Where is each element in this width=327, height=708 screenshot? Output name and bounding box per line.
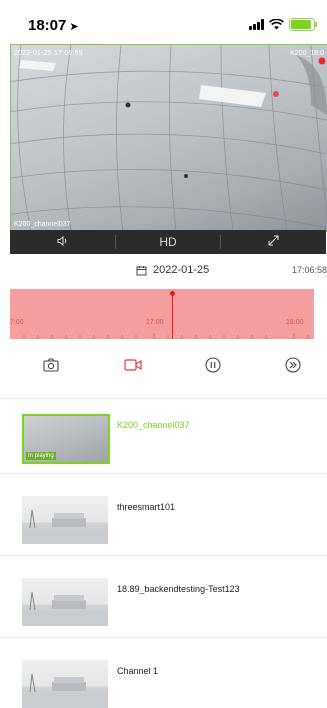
device-thumbnail [22,578,108,626]
device-name: 18.89_backendtesting-Test123 [117,584,240,594]
action-bar [0,352,327,382]
timeline-label: 17:00 [146,319,164,326]
pause-icon [205,357,221,373]
current-time: 17:06:58 [291,265,327,275]
device-name: K200_channel037 [117,420,190,430]
snapshot-button[interactable] [38,352,64,378]
video-floor-grid [11,45,327,231]
timeline-ticks [23,333,309,339]
video-record-icon [124,359,142,371]
device-name: threesmart101 [117,502,176,512]
battery-charging-icon [289,18,317,31]
playback-timeline[interactable]: 7:00 17:00 18:00 [10,289,314,339]
calendar-icon [136,265,147,275]
device-thumbnail [22,496,108,544]
video-timestamp: 2022-01-25 17:06:59 [14,50,83,57]
channel-label: K200_channel037 [14,221,71,228]
status-bar: 18:07 ➤ [0,0,327,44]
timeline-label: 7:00 [10,319,24,326]
date-picker[interactable]: 2022-01-25 [136,264,209,276]
fullscreen-button[interactable] [221,235,326,249]
device-thumbnail [22,660,108,708]
wifi-icon [269,19,284,30]
location-arrow-icon: ➤ [69,21,79,33]
clock: 18:07 ➤ [28,17,79,34]
live-video-view[interactable]: 2022-01-25 17:06:59 K200_18:0 K200_chann… [10,44,327,232]
device-name: Channel 1 [117,666,159,676]
video-control-bar: HD [10,230,326,254]
date-row: 2022-01-25 17:06:58 [0,262,327,280]
timeline-cursor[interactable] [170,291,175,339]
camera-label: K200_18:0 [290,50,324,57]
device-list-item[interactable]: threesmart101 [0,482,327,556]
playback-button[interactable] [280,352,306,378]
speaker-icon [57,235,67,246]
playing-badge: In playing [26,452,56,460]
device-list-item[interactable]: 18.89_backendtesting-Test123 [0,564,327,638]
device-list-item[interactable]: Channel 1 [0,646,327,708]
cellular-signal-icon [249,19,264,30]
device-thumbnail: In playing [22,414,110,464]
play-forward-icon [285,357,301,373]
expand-icon [268,235,279,246]
record-button[interactable] [120,352,146,378]
quality-button[interactable]: HD [116,235,221,249]
timeline-label: 18:00 [286,319,304,326]
selected-date: 2022-01-25 [153,264,210,276]
pause-button[interactable] [200,352,226,378]
mute-button[interactable] [10,235,115,250]
device-list-item[interactable]: In playing K200_channel037 [0,400,327,474]
camera-icon [43,358,59,372]
